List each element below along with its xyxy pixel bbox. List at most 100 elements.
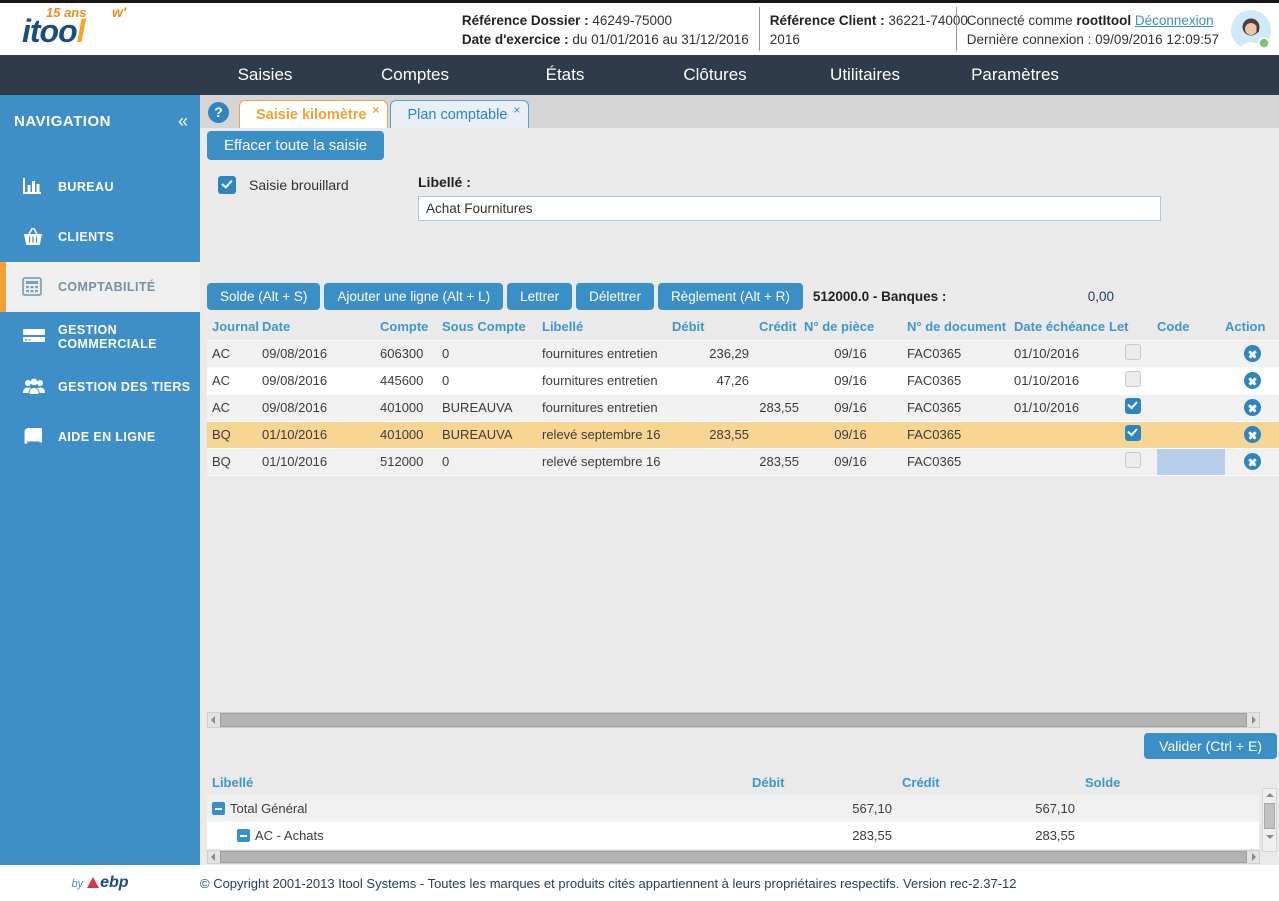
sidebar-item-clients[interactable]: CLIENTS <box>0 212 200 262</box>
scroll-right-icon[interactable] <box>1249 851 1259 863</box>
scroll-left-icon[interactable] <box>208 713 218 727</box>
cell-journal: AC <box>207 394 257 421</box>
cell-libelle: relevé septembre 16 <box>537 448 667 475</box>
sidebar-item-gestion-commerciale[interactable]: GESTION COMMERCIALE <box>0 312 200 362</box>
scroll-right-icon[interactable] <box>1249 713 1259 727</box>
collapse-sidebar-icon[interactable]: « <box>178 111 188 132</box>
client-block: Référence Client : 36221-74000 2016 <box>760 3 956 55</box>
delete-row-icon[interactable] <box>1244 426 1261 443</box>
sidebar-item-gestion-des-tiers[interactable]: GESTION DES TIERS <box>0 362 200 412</box>
ebp-triangle-icon <box>87 877 99 888</box>
delete-row-icon[interactable] <box>1244 399 1261 416</box>
grid-row[interactable]: AC09/08/2016401000BUREAUVAfournitures en… <box>207 394 1279 421</box>
libelle-input[interactable] <box>418 196 1161 221</box>
cell-code[interactable] <box>1157 367 1225 394</box>
totals-table: Libellé Débit Crédit Solde Total Général… <box>207 769 1259 849</box>
solde-button[interactable]: Solde (Alt + S) <box>207 283 320 310</box>
col-compte: Compte <box>375 313 437 340</box>
cell-debit <box>667 448 754 475</box>
close-tab-icon[interactable]: × <box>513 103 520 117</box>
cell-credit <box>754 367 804 394</box>
scroll-down-icon[interactable] <box>1263 831 1276 843</box>
logo-brand-tail: l <box>77 13 85 49</box>
cell-document: FAC0365 <box>897 340 1009 367</box>
ebp-brand: ebp <box>100 874 128 891</box>
scrollbar-thumb[interactable] <box>220 851 1247 863</box>
menu-utilitaires[interactable]: Utilitaires <box>790 65 940 85</box>
cell-piece: 09/16 <box>804 367 897 394</box>
lettrer-button[interactable]: Lettrer <box>507 283 572 310</box>
collapse-node-icon[interactable] <box>212 802 225 815</box>
menu-clotures[interactable]: Clôtures <box>640 65 790 85</box>
delete-row-icon[interactable] <box>1244 372 1261 389</box>
journal-credit: 283,55 <box>897 822 1080 849</box>
cell-compte: 606300 <box>375 340 437 367</box>
sidebar-item-aide-en-ligne[interactable]: AIDE EN LIGNE <box>0 412 200 462</box>
cell-credit <box>754 340 804 367</box>
cell-credit: 283,55 <box>754 394 804 421</box>
scroll-left-icon[interactable] <box>208 851 218 863</box>
calculator-icon <box>22 277 46 297</box>
cell-echeance <box>1009 421 1109 448</box>
client-year: 2016 <box>770 32 800 47</box>
itool-logo: 15 ans w′ itool <box>0 3 200 55</box>
scrollbar-thumb[interactable] <box>220 713 1247 727</box>
totals-vertical-scrollbar <box>1262 788 1277 852</box>
main-content: ? Saisie kilomètre × Plan comptable × Ef… <box>200 95 1279 865</box>
cell-code[interactable] <box>1157 340 1225 367</box>
tab-plan-comptable[interactable]: Plan comptable × <box>390 100 529 128</box>
cell-libelle: relevé septembre 16 <box>537 421 667 448</box>
copyright-text: © Copyright 2001-2013 Itool Systems - To… <box>200 876 1016 891</box>
last-connection: Dernière connexion : 09/09/2016 12:09:57 <box>967 30 1219 49</box>
cell-debit: 47,26 <box>667 367 754 394</box>
exercice-value: du 01/01/2016 au 31/12/2016 <box>572 32 748 47</box>
cell-code[interactable] <box>1157 421 1225 448</box>
delettrer-button[interactable]: Délettrer <box>576 283 654 310</box>
brouillard-checkbox[interactable] <box>218 176 236 194</box>
collapse-node-icon[interactable] <box>237 829 250 842</box>
let-checkbox[interactable] <box>1125 425 1141 441</box>
tab-saisie-kilometre[interactable]: Saisie kilomètre × <box>239 100 388 128</box>
delete-row-icon[interactable] <box>1244 453 1261 470</box>
cell-code[interactable] <box>1157 394 1225 421</box>
grid-row[interactable]: BQ01/10/2016401000BUREAUVArelevé septemb… <box>207 421 1279 448</box>
cell-libelle: fournitures entretien <box>537 340 667 367</box>
let-checkbox[interactable] <box>1125 371 1141 387</box>
cell-piece: 09/16 <box>804 340 897 367</box>
cell-sous-compte: 0 <box>437 340 537 367</box>
tab-strip: ? Saisie kilomètre × Plan comptable × <box>200 95 1279 128</box>
cell-code[interactable] <box>1157 448 1225 475</box>
sidebar-item-comptabilite[interactable]: COMPTABILITÉ <box>0 262 200 312</box>
user-avatar[interactable] <box>1231 10 1271 50</box>
let-checkbox[interactable] <box>1125 398 1141 414</box>
cell-journal: AC <box>207 340 257 367</box>
scroll-up-icon[interactable] <box>1263 789 1276 801</box>
top-header: 15 ans w′ itool Référence Dossier : 4624… <box>0 0 1279 55</box>
cell-sous-compte: 0 <box>437 448 537 475</box>
logout-link[interactable]: Déconnexion <box>1135 13 1214 28</box>
menu-parametres[interactable]: Paramètres <box>940 65 1090 85</box>
close-tab-icon[interactable]: × <box>372 103 379 117</box>
add-line-button[interactable]: Ajouter une ligne (Alt + L) <box>324 283 503 310</box>
validate-button[interactable]: Valider (Ctrl + E) <box>1144 733 1277 759</box>
clear-all-button[interactable]: Effacer toute la saisie <box>207 131 384 160</box>
let-checkbox[interactable] <box>1125 452 1141 468</box>
total-credit: 567,10 <box>897 795 1080 822</box>
cell-debit: 236,29 <box>667 340 754 367</box>
sidebar-title: NAVIGATION <box>14 113 111 130</box>
bank-account-label: 512000.0 - Banques : <box>813 289 947 304</box>
menu-etats[interactable]: États <box>490 65 640 85</box>
menu-comptes[interactable]: Comptes <box>340 65 490 85</box>
grid-row[interactable]: AC09/08/20166063000fournitures entretien… <box>207 340 1279 367</box>
brouillard-label: Saisie brouillard <box>249 177 349 193</box>
reglement-button[interactable]: Règlement (Alt + R) <box>658 283 803 310</box>
help-icon[interactable]: ? <box>208 102 229 123</box>
sidebar-item-bureau[interactable]: BUREAU <box>0 162 200 212</box>
let-checkbox[interactable] <box>1125 344 1141 360</box>
grid-row[interactable]: BQ01/10/20165120000relevé septembre 1628… <box>207 448 1279 475</box>
grid-row[interactable]: AC09/08/20164456000fournitures entretien… <box>207 367 1279 394</box>
delete-row-icon[interactable] <box>1244 345 1261 362</box>
scrollbar-thumb[interactable] <box>1264 803 1275 829</box>
client-label: Référence Client : <box>770 13 885 28</box>
menu-saisies[interactable]: Saisies <box>190 65 340 85</box>
